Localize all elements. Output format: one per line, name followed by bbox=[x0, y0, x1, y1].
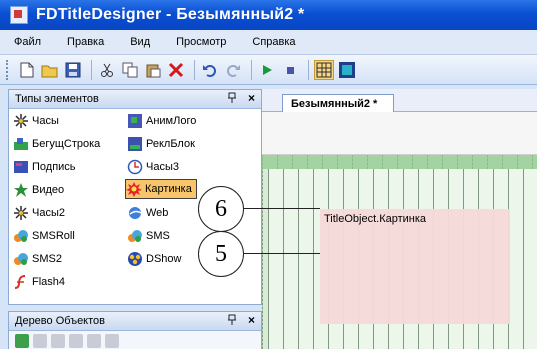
toolbar-separator bbox=[91, 59, 92, 80]
properties-icon[interactable] bbox=[87, 334, 101, 348]
callout-leader bbox=[242, 253, 320, 254]
canvas-safe-area: TitleObject.Картинка bbox=[268, 169, 537, 349]
menu-file[interactable]: Файл bbox=[14, 36, 41, 48]
web-icon bbox=[127, 205, 143, 221]
open-icon[interactable] bbox=[40, 60, 60, 80]
toolbar-separator bbox=[308, 59, 309, 80]
canvas-margin-band bbox=[262, 155, 537, 169]
element-item-ad-block[interactable]: РеклБлок bbox=[127, 134, 195, 154]
app-window: FDTitleDesigner - Безымянный2 * Файл Пра… bbox=[0, 0, 537, 349]
save-icon[interactable] bbox=[63, 60, 83, 80]
element-item-dshow[interactable]: DShow bbox=[127, 249, 181, 269]
main-toolbar bbox=[0, 55, 537, 85]
document-area: Безымянный2 * TitleObject.Картинка bbox=[262, 89, 537, 349]
redo-icon[interactable] bbox=[223, 60, 243, 80]
menu-bar: Файл Правка Вид Просмотр Справка bbox=[0, 30, 537, 55]
clock3-icon bbox=[127, 159, 143, 175]
dshow-icon bbox=[127, 251, 143, 267]
element-item-anim-logo[interactable]: АнимЛого bbox=[127, 111, 196, 131]
element-item-clock3[interactable]: Часы3 bbox=[127, 157, 179, 177]
element-item-sms2[interactable]: SMS2 bbox=[13, 249, 62, 269]
object-tree-panel: Дерево Объектов × bbox=[8, 311, 262, 349]
sms2-icon bbox=[13, 251, 29, 267]
ad-block-icon bbox=[127, 136, 143, 152]
copy-icon[interactable] bbox=[120, 60, 140, 80]
anim-logo-icon bbox=[127, 113, 143, 129]
panel-title: Дерево Объектов bbox=[15, 315, 105, 327]
window-title: FDTitleDesigner - Безымянный2 * bbox=[36, 6, 305, 23]
paste-icon[interactable] bbox=[143, 60, 163, 80]
title-object-picture[interactable] bbox=[320, 209, 510, 324]
document-tabstrip: Безымянный2 * bbox=[262, 89, 537, 112]
element-item-picture[interactable]: Картинка bbox=[125, 179, 197, 199]
pin-icon[interactable] bbox=[227, 314, 237, 329]
undo-icon[interactable] bbox=[200, 60, 220, 80]
design-canvas[interactable]: TitleObject.Картинка bbox=[262, 155, 537, 349]
document-tab[interactable]: Безымянный2 * bbox=[282, 94, 395, 112]
clock2-icon bbox=[13, 205, 29, 221]
toolbar-grip[interactable] bbox=[6, 59, 11, 80]
menu-view[interactable]: Вид bbox=[130, 36, 150, 48]
pin-icon[interactable] bbox=[227, 92, 237, 107]
delete-icon[interactable] bbox=[166, 60, 186, 80]
remove-object-icon[interactable] bbox=[33, 334, 47, 348]
frame-icon[interactable] bbox=[337, 60, 357, 80]
clock-star-icon bbox=[13, 113, 29, 129]
element-item-smsroll[interactable]: SMSRoll bbox=[13, 226, 75, 246]
sms-icon bbox=[127, 228, 143, 244]
title-bar[interactable]: FDTitleDesigner - Безымянный2 * bbox=[0, 0, 537, 30]
element-item-clock[interactable]: Часы bbox=[13, 111, 59, 131]
element-item-clock2[interactable]: Часы2 bbox=[13, 203, 65, 223]
menu-edit[interactable]: Правка bbox=[67, 36, 104, 48]
element-item-web[interactable]: Web bbox=[127, 203, 168, 223]
move-up-icon[interactable] bbox=[51, 334, 65, 348]
close-icon[interactable]: × bbox=[248, 91, 255, 105]
toolbar-separator bbox=[251, 59, 252, 80]
element-item-sms[interactable]: SMS bbox=[127, 226, 170, 246]
flash-icon bbox=[13, 274, 29, 290]
move-down-icon[interactable] bbox=[69, 334, 83, 348]
caption-icon bbox=[13, 159, 29, 175]
callout-leader bbox=[242, 208, 320, 209]
add-object-icon[interactable] bbox=[15, 334, 29, 348]
grid-icon[interactable] bbox=[314, 59, 334, 80]
video-icon bbox=[13, 182, 29, 198]
sms-roll-icon bbox=[13, 228, 29, 244]
element-item-video[interactable]: Видео bbox=[13, 180, 64, 200]
element-types-header: Типы элементов × bbox=[9, 90, 261, 109]
object-tree-toolbar bbox=[9, 331, 261, 349]
app-icon bbox=[10, 6, 28, 24]
close-icon[interactable]: × bbox=[248, 313, 255, 327]
filter-icon[interactable] bbox=[105, 334, 119, 348]
callout-5: 5 bbox=[198, 231, 244, 277]
panel-title: Типы элементов bbox=[15, 93, 99, 105]
picture-icon bbox=[126, 181, 142, 197]
preview-header bbox=[262, 112, 537, 155]
play-icon[interactable] bbox=[257, 60, 277, 80]
callout-6: 6 bbox=[198, 186, 244, 232]
toolbar-separator bbox=[194, 59, 195, 80]
object-tree-header: Дерево Объектов × bbox=[9, 312, 261, 331]
new-icon[interactable] bbox=[17, 60, 37, 80]
menu-help[interactable]: Справка bbox=[252, 36, 295, 48]
element-item-caption[interactable]: Подпись bbox=[13, 157, 76, 177]
title-object-label: TitleObject.Картинка bbox=[324, 213, 427, 225]
menu-preview[interactable]: Просмотр bbox=[176, 36, 226, 48]
stop-icon[interactable] bbox=[280, 60, 300, 80]
element-item-flash4[interactable]: Flash4 bbox=[13, 272, 65, 292]
ticker-icon bbox=[13, 136, 29, 152]
element-item-ticker[interactable]: БегущСтрока bbox=[13, 134, 100, 154]
cut-icon[interactable] bbox=[97, 60, 117, 80]
